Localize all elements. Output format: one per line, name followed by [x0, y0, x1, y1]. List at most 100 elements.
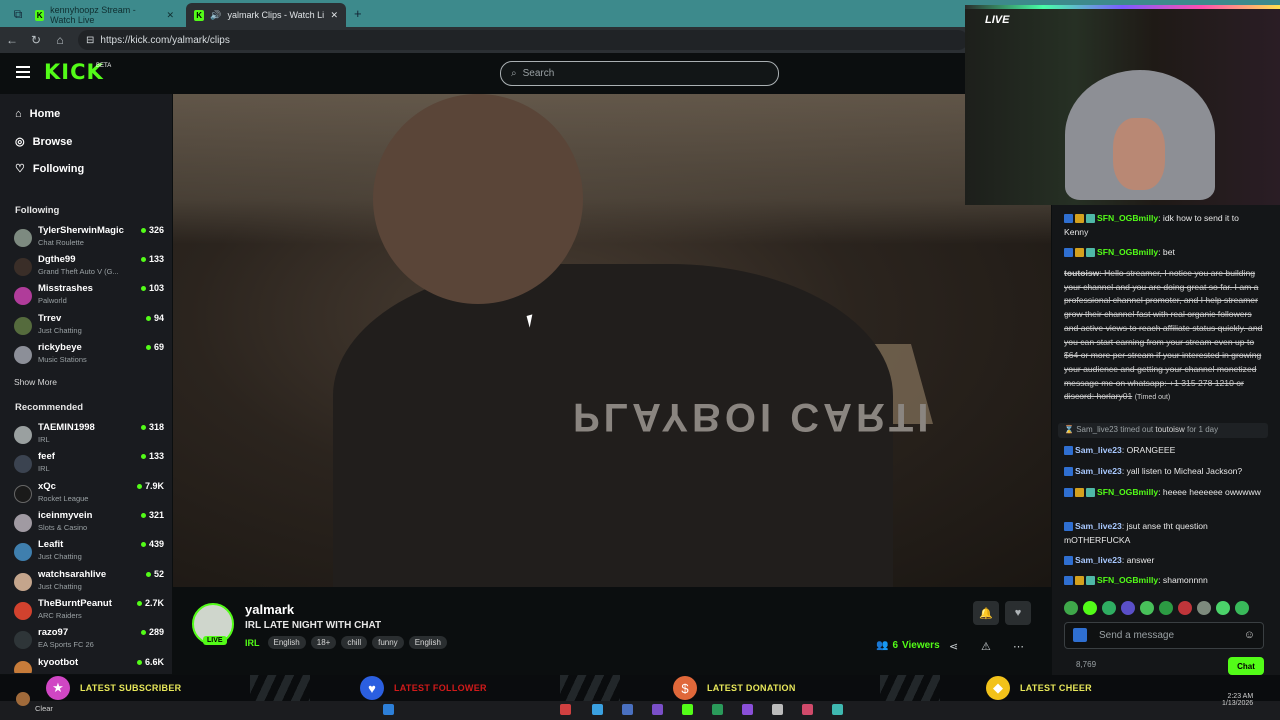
- kick-logo[interactable]: KICK: [44, 60, 104, 84]
- search-input[interactable]: ⌕ Search: [500, 61, 779, 86]
- chat-username[interactable]: SFN_OGBmilly: [1097, 213, 1158, 223]
- crown-icon: [1075, 488, 1084, 498]
- avatar: [14, 287, 32, 305]
- tab-label: yalmark Clips - Watch Live on: [227, 10, 325, 20]
- emote-icon[interactable]: [1235, 601, 1249, 615]
- recommended-channel[interactable]: watchsarahlive Just Chatting 52: [14, 569, 164, 597]
- emoji-icon[interactable]: ☺: [1244, 629, 1255, 641]
- tab-yalmark-clips[interactable]: K 🔊 yalmark Clips - Watch Live on ✕: [186, 3, 346, 27]
- report-icon[interactable]: ⚠: [981, 640, 991, 653]
- follow-button[interactable]: ♥: [1005, 601, 1031, 625]
- hourglass-icon: ⌛: [1064, 425, 1074, 434]
- live-dot-icon: [145, 571, 151, 577]
- app-icon[interactable]: [742, 704, 753, 715]
- badge-icon: [1064, 576, 1073, 586]
- app-icon[interactable]: [802, 704, 813, 715]
- emote-icon[interactable]: [1064, 601, 1078, 615]
- following-channel[interactable]: TylerSherwinMagic Chat Roulette 326: [14, 225, 164, 253]
- refresh-icon[interactable]: ↻: [24, 33, 48, 47]
- emote-icon[interactable]: [1216, 601, 1230, 615]
- following-channel[interactable]: rickybeye Music Stations 69: [14, 342, 164, 370]
- sidebar-item-home[interactable]: ⌂ Home: [15, 108, 60, 120]
- chat-username[interactable]: Sam_live23: [1075, 555, 1122, 565]
- chat-username[interactable]: Sam_live23: [1075, 521, 1122, 531]
- tag[interactable]: English: [408, 636, 447, 649]
- app-icon[interactable]: [772, 704, 783, 715]
- app-icon[interactable]: [832, 704, 843, 715]
- following-channel[interactable]: Misstrashes Palworld 103: [14, 283, 164, 311]
- live-dot-icon: [145, 315, 151, 321]
- weather-label[interactable]: Clear: [35, 704, 53, 713]
- show-more-link[interactable]: Show More: [14, 377, 57, 387]
- sub-badge-icon: [1086, 214, 1095, 224]
- badge-icon: [1064, 467, 1073, 477]
- avatar: [14, 573, 32, 591]
- url-field[interactable]: ⊟ https://kick.com/yalmark/clips: [78, 30, 968, 50]
- tab-close-icon[interactable]: ✕: [330, 10, 338, 21]
- moderation-notice: ⌛ Sam_live23 timed out toutoisw for 1 da…: [1058, 423, 1268, 438]
- recommended-channel[interactable]: Leafit Just Chatting 439: [14, 539, 164, 567]
- crown-icon: [1075, 576, 1084, 586]
- chat-send-button[interactable]: Chat: [1228, 657, 1264, 675]
- tag[interactable]: 18+: [310, 636, 337, 649]
- chat-username[interactable]: SFN_OGBmilly: [1097, 247, 1158, 257]
- category-link[interactable]: IRL: [245, 638, 260, 648]
- home-browser-icon[interactable]: ⌂: [48, 33, 72, 47]
- recommended-channel[interactable]: feef IRL 133: [14, 451, 164, 479]
- tag[interactable]: funny: [372, 636, 404, 649]
- app-icon[interactable]: [592, 704, 603, 715]
- emote-icon[interactable]: [1083, 601, 1097, 615]
- app-icon[interactable]: [682, 704, 693, 715]
- back-icon[interactable]: ←: [0, 33, 24, 47]
- chat-input[interactable]: Send a message ☺: [1064, 622, 1264, 649]
- emote-icon[interactable]: [1197, 601, 1211, 615]
- emote-icon[interactable]: [1102, 601, 1116, 615]
- taskbar-clock[interactable]: 2:23 AM 1/13/2026: [1222, 693, 1253, 707]
- recommended-channel[interactable]: kyootbot 6.6K: [14, 657, 164, 673]
- share-icon[interactable]: ⋖: [949, 640, 958, 653]
- recommended-channel[interactable]: xQc Rocket League 7.9K: [14, 481, 164, 509]
- heart-icon: ♥: [360, 676, 384, 700]
- tab-close-icon[interactable]: ✕: [166, 10, 174, 21]
- recommended-channel[interactable]: TheBurntPeanut ARC Raiders 2.7K: [14, 598, 164, 626]
- following-channel[interactable]: Trrev Just Chatting 94: [14, 313, 164, 341]
- windows-start-icon[interactable]: [383, 704, 394, 715]
- sidebar-item-browse[interactable]: ◎ Browse: [15, 135, 72, 149]
- channel-name[interactable]: yalmark: [245, 602, 294, 617]
- app-icon[interactable]: [622, 704, 633, 715]
- speaker-icon[interactable]: 🔊: [210, 10, 221, 21]
- overlay-stripe: [250, 675, 310, 701]
- sub-badge-icon: [1086, 248, 1095, 258]
- hamburger-menu-icon[interactable]: [16, 66, 30, 81]
- tab-kennyhoopz[interactable]: K kennyhoopz Stream - Watch Live ✕: [27, 3, 182, 27]
- live-dot-icon: [140, 541, 146, 547]
- emote-icon[interactable]: [1140, 601, 1154, 615]
- recommended-channel[interactable]: iceinmyvein Slots & Casino 321: [14, 510, 164, 538]
- site-info-icon[interactable]: ⊟: [86, 35, 94, 46]
- app-icon[interactable]: [712, 704, 723, 715]
- chat-username[interactable]: SFN_OGBmilly: [1097, 575, 1158, 585]
- chat-username[interactable]: Sam_live23: [1075, 466, 1122, 476]
- chat-username[interactable]: Sam_live23: [1075, 445, 1122, 455]
- badge-icon: [1064, 488, 1073, 498]
- emote-icon[interactable]: [1121, 601, 1135, 615]
- kick-header: [0, 53, 965, 94]
- new-tab-button[interactable]: +: [354, 6, 362, 21]
- recommended-channel[interactable]: razo97 EA Sports FC 26 289: [14, 627, 164, 655]
- recommended-channel[interactable]: TAEMIN1998 IRL 318: [14, 422, 164, 450]
- video-player[interactable]: PLAYBOI CARTI: [173, 94, 1051, 587]
- live-dot-icon: [140, 424, 146, 430]
- more-options-icon[interactable]: ⋯: [1013, 640, 1024, 653]
- app-icon[interactable]: [560, 704, 571, 715]
- sidebar-item-following[interactable]: ♡ Following: [15, 162, 84, 176]
- chat-username[interactable]: SFN_OGBmilly: [1097, 487, 1158, 497]
- emote-icon[interactable]: [1159, 601, 1173, 615]
- notification-bell-button[interactable]: 🔔: [973, 601, 999, 625]
- emote-icon[interactable]: [1178, 601, 1192, 615]
- chat-username[interactable]: toutoisw: [1064, 268, 1099, 278]
- tag[interactable]: English: [267, 636, 306, 649]
- app-icon[interactable]: [652, 704, 663, 715]
- tag[interactable]: chill: [341, 636, 368, 649]
- weather-icon[interactable]: [16, 692, 30, 706]
- following-channel[interactable]: Dgthe99 Grand Theft Auto V (G... 133: [14, 254, 164, 282]
